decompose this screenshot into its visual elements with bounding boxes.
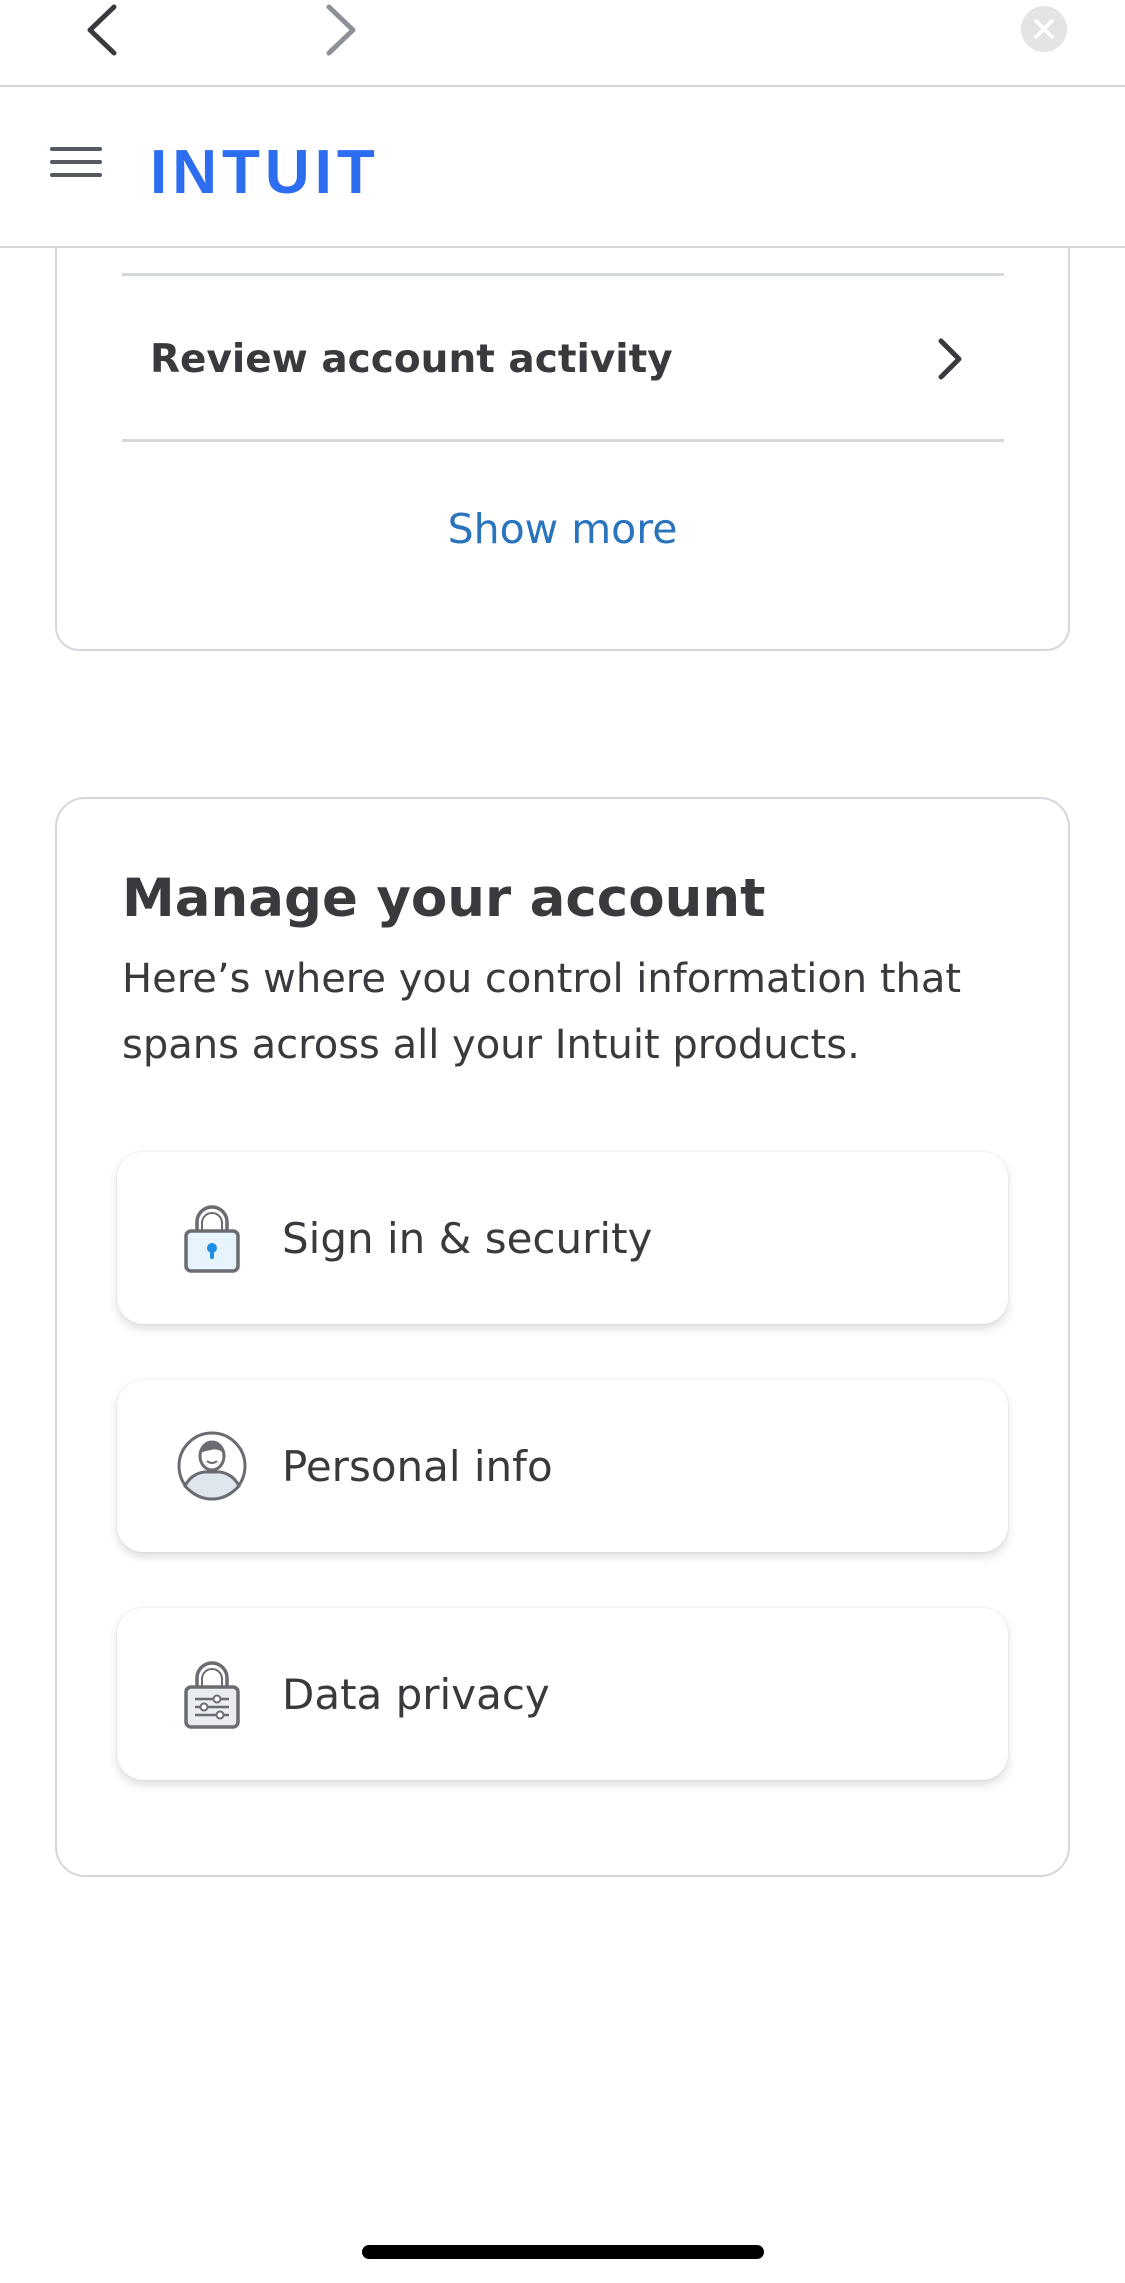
forward-button[interactable] bbox=[306, 0, 376, 60]
chevron-right-icon bbox=[326, 4, 356, 56]
manage-account-subtitle: Here’s where you control information tha… bbox=[122, 956, 962, 1068]
data-privacy-button[interactable]: Data privacy bbox=[117, 1608, 1008, 1780]
personal-info-label: Personal info bbox=[282, 1441, 553, 1491]
hamburger-menu-icon[interactable] bbox=[50, 147, 102, 187]
personal-info-button[interactable]: Personal info bbox=[117, 1380, 1008, 1552]
review-account-activity-row[interactable]: Review account activity bbox=[122, 277, 1004, 441]
manage-account-title: Manage your account bbox=[122, 868, 766, 929]
browser-toolbar bbox=[0, 0, 1125, 87]
intuit-logo[interactable]: INTUIT bbox=[150, 135, 380, 211]
close-button[interactable] bbox=[1021, 6, 1067, 52]
lock-icon bbox=[184, 1205, 240, 1273]
back-button[interactable] bbox=[67, 0, 137, 60]
privacy-lock-icon bbox=[184, 1661, 240, 1729]
close-icon bbox=[1034, 19, 1054, 39]
data-privacy-label: Data privacy bbox=[282, 1669, 550, 1719]
page: INTUIT Review account activity Show more… bbox=[0, 0, 1125, 2283]
sign-in-security-button[interactable]: Sign in & security bbox=[117, 1152, 1008, 1324]
home-indicator bbox=[362, 2245, 764, 2259]
show-more-link[interactable]: Show more bbox=[0, 505, 1125, 553]
review-account-activity-label: Review account activity bbox=[150, 336, 673, 382]
person-icon bbox=[177, 1431, 247, 1501]
sign-in-security-label: Sign in & security bbox=[282, 1213, 653, 1263]
chevron-left-icon bbox=[87, 4, 117, 56]
divider bbox=[122, 273, 1004, 276]
divider bbox=[122, 439, 1004, 442]
app-header: INTUIT bbox=[0, 87, 1125, 248]
chevron-right-icon bbox=[938, 338, 962, 380]
